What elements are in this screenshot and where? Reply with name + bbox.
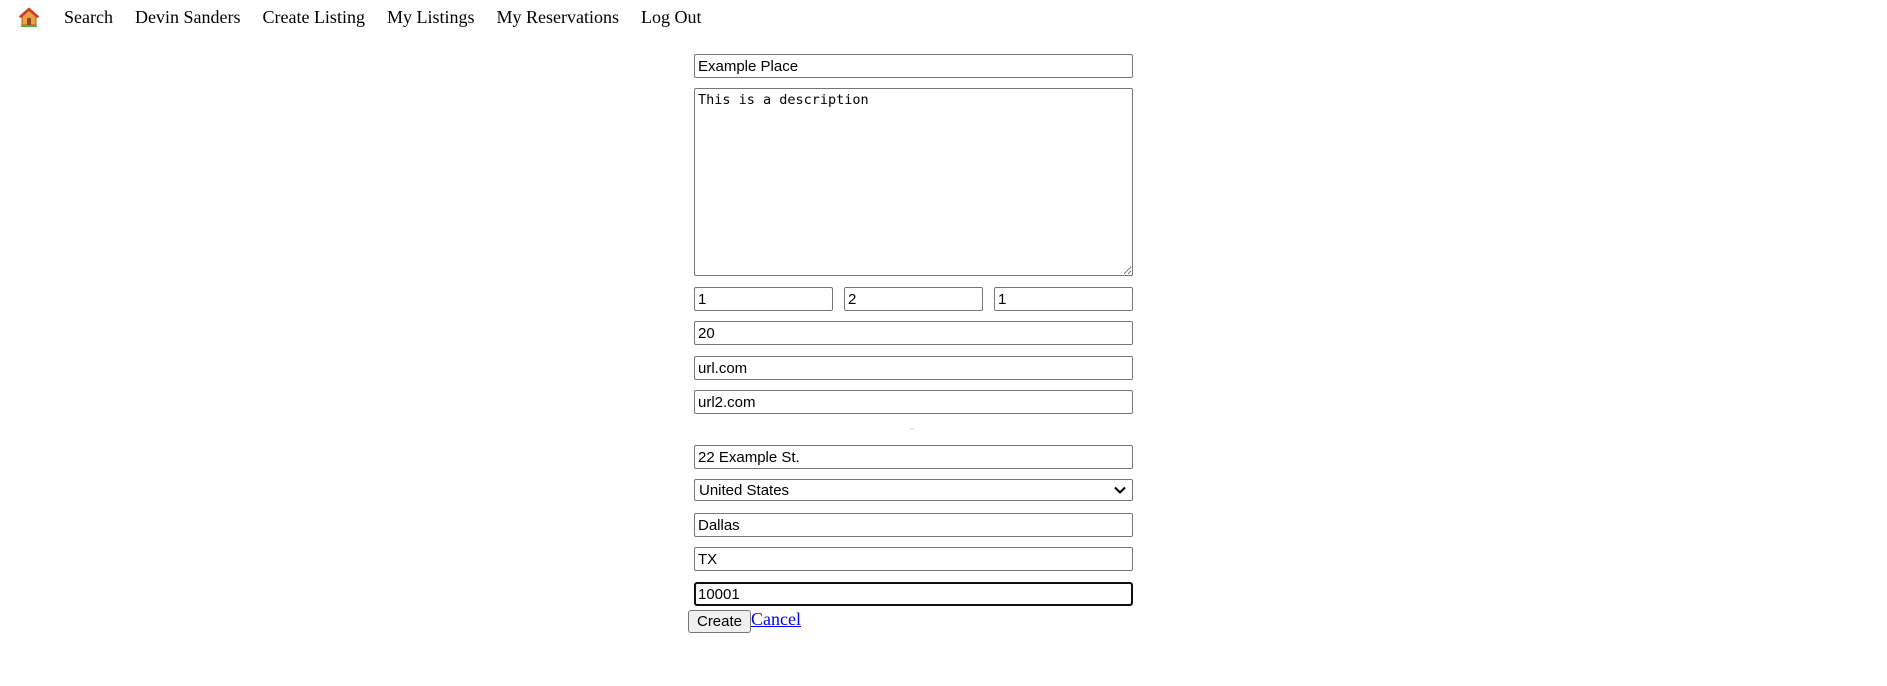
create-listing-form: This is a description United States Crea… bbox=[0, 0, 1887, 686]
url1-input[interactable] bbox=[694, 356, 1133, 380]
title-input[interactable] bbox=[694, 54, 1133, 78]
state-input[interactable] bbox=[694, 547, 1133, 571]
city-input[interactable] bbox=[694, 513, 1133, 537]
number-input-3[interactable] bbox=[994, 287, 1133, 311]
cancel-link[interactable]: Cancel bbox=[751, 609, 801, 630]
country-selected-value: United States bbox=[699, 481, 790, 499]
price-input[interactable] bbox=[694, 321, 1133, 345]
separator-dot bbox=[911, 428, 913, 429]
zip-input[interactable] bbox=[694, 582, 1133, 606]
create-button[interactable]: Create bbox=[688, 610, 751, 633]
number-input-2[interactable] bbox=[844, 287, 983, 311]
street-input[interactable] bbox=[694, 445, 1133, 469]
url2-input[interactable] bbox=[694, 390, 1133, 414]
country-select[interactable]: United States bbox=[694, 479, 1133, 501]
number-input-1[interactable] bbox=[694, 287, 833, 311]
chevron-down-icon bbox=[1113, 483, 1127, 497]
description-textarea[interactable]: This is a description bbox=[694, 88, 1133, 276]
